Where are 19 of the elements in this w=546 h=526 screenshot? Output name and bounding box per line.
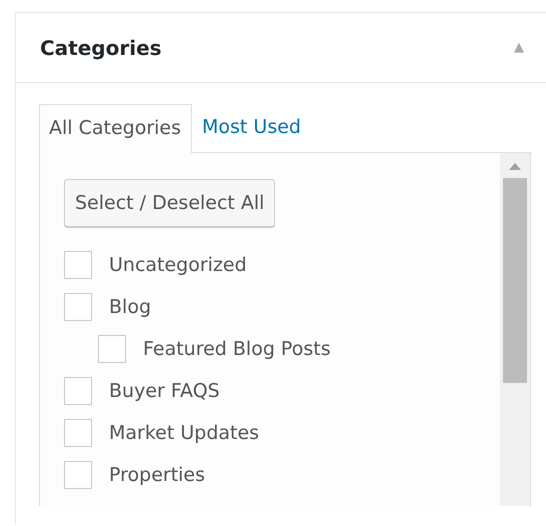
scrollbar[interactable]	[500, 153, 530, 506]
checkbox[interactable]	[64, 293, 92, 321]
category-tab[interactable]: Most Used	[192, 103, 312, 152]
checkbox[interactable]	[64, 461, 92, 489]
select-all-button[interactable]: Select / Deselect All	[64, 179, 276, 227]
category-label: Featured Blog Posts	[143, 338, 331, 360]
scroll-thumb[interactable]	[503, 178, 527, 383]
category-label: Properties	[109, 464, 206, 486]
checkbox[interactable]	[64, 251, 92, 279]
category-label: Blog	[109, 296, 151, 318]
panel-title: Categories	[40, 36, 162, 60]
category-label: Uncategorized	[109, 254, 247, 276]
checkbox[interactable]	[64, 419, 92, 447]
category-label: Market Updates	[109, 422, 260, 444]
scroll-up-icon[interactable]	[509, 163, 521, 170]
category-label: Buyer FAQS	[109, 380, 220, 402]
checkbox[interactable]	[64, 377, 92, 405]
category-tab[interactable]: All Categories	[39, 104, 192, 153]
checkbox[interactable]	[98, 335, 126, 363]
